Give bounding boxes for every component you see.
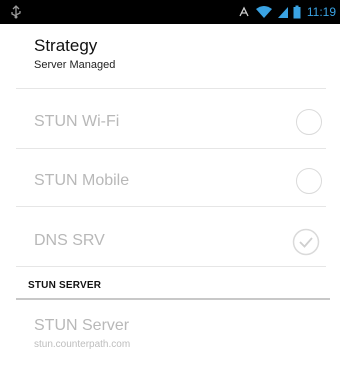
divider — [16, 266, 326, 267]
stun-server-section-header: STUN SERVER — [28, 280, 102, 291]
radio-circle-icon[interactable] — [296, 168, 322, 194]
option-stun-mobile[interactable]: STUN Mobile — [34, 171, 326, 191]
option-stun-wifi[interactable]: STUN Wi-Fi — [34, 112, 326, 132]
section-divider — [16, 298, 330, 300]
strategy-title: Strategy — [34, 36, 98, 55]
divider — [16, 88, 326, 89]
divider — [16, 148, 326, 149]
status-icons: 11:19 — [237, 0, 336, 24]
radio-circle-icon[interactable] — [296, 109, 322, 135]
option-label: STUN Mobile — [34, 172, 130, 189]
wifi-icon — [255, 6, 272, 18]
stun-server-title: STUN Server — [34, 317, 130, 334]
status-bar: 11:19 — [0, 0, 340, 24]
status-time: 11:19 — [306, 5, 336, 19]
stun-server-value: stun.counterpath.com — [34, 339, 131, 350]
signal-boost-icon — [239, 6, 249, 17]
strategy-preference[interactable]: Strategy Server Managed — [34, 36, 115, 72]
option-label: DNS SRV — [34, 232, 105, 249]
divider — [16, 206, 326, 207]
strategy-value: Server Managed — [34, 59, 116, 71]
option-label: STUN Wi-Fi — [34, 113, 120, 130]
battery-icon — [293, 5, 301, 19]
option-dns-srv[interactable]: DNS SRV — [34, 231, 326, 251]
cell-signal-icon — [277, 7, 288, 18]
radio-checked-icon[interactable] — [292, 228, 320, 256]
usb-debug-icon — [11, 5, 21, 19]
